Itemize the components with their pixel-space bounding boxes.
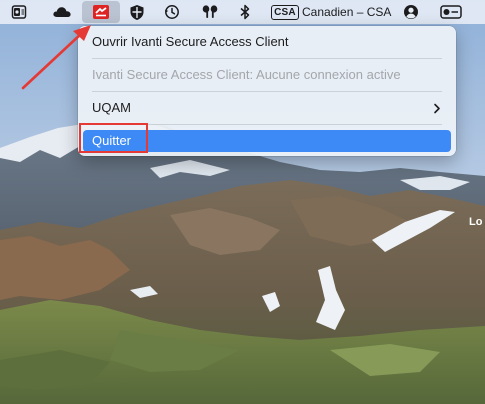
bluetooth-icon[interactable] [234,0,256,24]
menu-item-uqam-label: UQAM [92,100,131,115]
menu-item-uqam[interactable]: UQAM [83,97,451,119]
cloud-icon[interactable] [48,0,76,24]
airpods-icon[interactable] [196,0,224,24]
menu-bar: CSA Canadien – CSA [0,0,485,24]
input-source-badge-text: CSA [271,4,299,20]
input-source-badge[interactable]: CSA [270,0,300,24]
menu-separator [92,58,442,59]
menu-item-open-client[interactable]: Ouvrir Ivanti Secure Access Client [83,31,451,53]
outlook-icon[interactable] [7,0,31,24]
desktop: Lo CSA Canadien – CSA Ouvrir Ivanti Secu… [0,0,485,404]
chevron-right-icon [433,97,441,119]
time-machine-icon[interactable] [160,0,184,24]
annotation-highlight-box [79,123,148,153]
input-source-label[interactable]: Canadien – CSA [302,0,392,24]
input-source-label-text: Canadien – CSA [302,5,392,19]
desktop-widget-text: Lo [469,216,483,228]
shield-icon[interactable] [125,0,149,24]
toggle-control-icon[interactable] [437,0,465,24]
menu-item-connection-status: Ivanti Secure Access Client: Aucune conn… [92,67,401,82]
ivanti-secure-access-icon[interactable] [82,1,120,23]
menu-separator [92,91,442,92]
user-account-icon[interactable] [399,0,423,24]
